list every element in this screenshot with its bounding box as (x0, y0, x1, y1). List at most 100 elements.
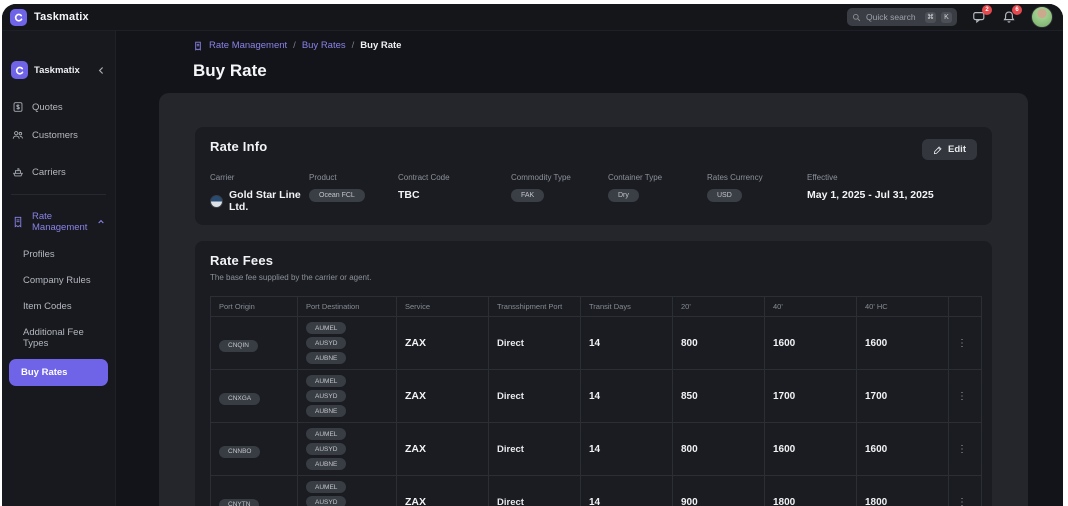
col-transshipment-port: Transshipment Port (489, 297, 581, 317)
contract-code-value: TBC (398, 189, 511, 201)
rate-management-icon (12, 216, 24, 228)
origin-tag: CNNBO (219, 446, 260, 458)
col-40ft: 40' (765, 297, 857, 317)
user-avatar[interactable] (1031, 6, 1053, 28)
col-transit-days: Transit Days (581, 297, 673, 317)
notifications-button[interactable]: 6 (1001, 9, 1017, 25)
rate-40hc-cell: 1700 (857, 370, 949, 423)
brand-name: Taskmatix (34, 11, 89, 23)
sidebar-item-customers[interactable]: Customers (2, 121, 115, 149)
rate-40-cell: 1800 (765, 476, 857, 506)
carrier-value: Gold Star Line Ltd. (229, 189, 309, 213)
rate-fees-table: Port Origin Port Destination Service Tra… (210, 296, 982, 506)
topbar-brand: Taskmatix (10, 9, 89, 26)
row-menu-kebab-icon[interactable]: ⋮ (949, 370, 982, 423)
destination-tag: AUMEL (306, 322, 346, 334)
row-menu-kebab-icon[interactable]: ⋮ (949, 317, 982, 370)
effective-value: May 1, 2025 - Jul 31, 2025 (807, 189, 977, 201)
rate-info-title: Rate Info (210, 139, 267, 154)
field-container-type: Container Type Dry (608, 173, 707, 213)
topbar-actions: ⌘ K 2 6 (847, 6, 1053, 28)
sidebar-collapse-button[interactable] (97, 66, 106, 75)
sidebar-item-label: Rate Management (32, 211, 87, 233)
rate-20-cell: 800 (673, 317, 765, 370)
sidebar-divider (11, 194, 106, 195)
edit-button[interactable]: Edit (922, 139, 977, 160)
container-type-pill: Dry (608, 189, 639, 202)
origin-tag: CNXGA (219, 393, 260, 405)
notifications-badge: 6 (1012, 5, 1022, 15)
table-row: CNXGA AUMEL AUSYD AUBNE ZAX Direct 14 85… (211, 370, 982, 423)
col-40ft-hc: 40' HC (857, 297, 949, 317)
rate-40-cell: 1700 (765, 370, 857, 423)
search-input[interactable] (866, 12, 920, 22)
field-commodity-type: Commodity Type FAK (511, 173, 608, 213)
messages-badge: 2 (982, 5, 992, 15)
rate-info-fields: Carrier Gold Star Line Ltd. Product Ocea… (210, 173, 977, 213)
sidebar-subitem-additional-fee-types[interactable]: Additional Fee Types (2, 319, 115, 356)
destination-tag: AUBNE (306, 405, 346, 417)
messages-button[interactable]: 2 (971, 9, 987, 25)
quick-search[interactable]: ⌘ K (847, 8, 957, 26)
col-port-origin: Port Origin (211, 297, 298, 317)
transshipment-cell: Direct (489, 476, 581, 506)
sidebar-item-label: Customers (32, 130, 78, 141)
carriers-icon (12, 166, 24, 178)
rate-40hc-cell: 1600 (857, 317, 949, 370)
rate-40-cell: 1600 (765, 423, 857, 476)
col-port-destination: Port Destination (298, 297, 397, 317)
destination-tag: AUBNE (306, 352, 346, 364)
field-effective: Effective May 1, 2025 - Jul 31, 2025 (807, 173, 977, 213)
app-window: Taskmatix ⌘ K 2 6 (2, 4, 1063, 506)
rate-20-cell: 800 (673, 423, 765, 476)
destination-tag: AUSYD (306, 390, 346, 402)
quotes-icon (12, 101, 24, 113)
rate-20-cell: 900 (673, 476, 765, 506)
currency-pill: USD (707, 189, 742, 202)
col-service: Service (397, 297, 489, 317)
destination-tag: AUMEL (306, 428, 346, 440)
field-contract-code: Contract Code TBC (398, 173, 511, 213)
sidebar-brand-name: Taskmatix (34, 65, 91, 76)
table-header-row: Port Origin Port Destination Service Tra… (211, 297, 982, 317)
sidebar-subitem-company-rules[interactable]: Company Rules (2, 267, 115, 293)
destination-tag: AUSYD (306, 443, 346, 455)
sidebar-item-rate-management[interactable]: Rate Management (2, 203, 115, 241)
breadcrumb-current: Buy Rate (360, 40, 401, 51)
product-pill: Ocean FCL (309, 189, 365, 202)
breadcrumb-buy-rates[interactable]: Buy Rates (302, 40, 346, 51)
transshipment-cell: Direct (489, 317, 581, 370)
app-logo-icon (10, 9, 27, 26)
breadcrumb-rate-management[interactable]: Rate Management (209, 40, 287, 51)
edit-button-label: Edit (948, 144, 966, 155)
main-content: Rate Management / Buy Rates / Buy Rate B… (116, 31, 1063, 506)
field-carrier: Carrier Gold Star Line Ltd. (210, 173, 309, 213)
service-cell: ZAX (397, 476, 489, 506)
sidebar-item-quotes[interactable]: Quotes (2, 93, 115, 121)
transit-days-cell: 14 (581, 423, 673, 476)
sidebar-item-carriers[interactable]: Carriers (2, 158, 115, 186)
origin-tag: CNQIN (219, 340, 258, 352)
row-menu-kebab-icon[interactable]: ⋮ (949, 476, 982, 506)
sidebar-subitem-item-codes[interactable]: Item Codes (2, 293, 115, 319)
sidebar-subitem-buy-rates[interactable]: Buy Rates (9, 359, 108, 386)
destination-tag: AUMEL (306, 481, 346, 493)
shortcut-k-key: K (941, 12, 952, 23)
rate-info-card: Rate Info Edit Carrier Gold Star Line Lt… (195, 127, 992, 225)
field-rates-currency: Rates Currency USD (707, 173, 807, 213)
sidebar-header: Taskmatix (2, 55, 115, 93)
sidebar-subitem-profiles[interactable]: Profiles (2, 241, 115, 267)
content-container: Rate Info Edit Carrier Gold Star Line Lt… (159, 93, 1028, 506)
breadcrumb: Rate Management / Buy Rates / Buy Rate (193, 40, 1063, 51)
chevron-left-icon (97, 66, 106, 75)
col-20ft: 20' (673, 297, 765, 317)
row-menu-kebab-icon[interactable]: ⋮ (949, 423, 982, 476)
destination-tag: AUBNE (306, 458, 346, 470)
transshipment-cell: Direct (489, 370, 581, 423)
page-title: Buy Rate (193, 61, 1063, 81)
table-row: CNYTN AUMEL AUSYD AUBNE ZAX Direct 14 90… (211, 476, 982, 506)
transit-days-cell: 14 (581, 476, 673, 506)
rate-fees-subtitle: The base fee supplied by the carrier or … (210, 273, 977, 282)
service-cell: ZAX (397, 370, 489, 423)
carrier-logo-icon (210, 195, 223, 208)
